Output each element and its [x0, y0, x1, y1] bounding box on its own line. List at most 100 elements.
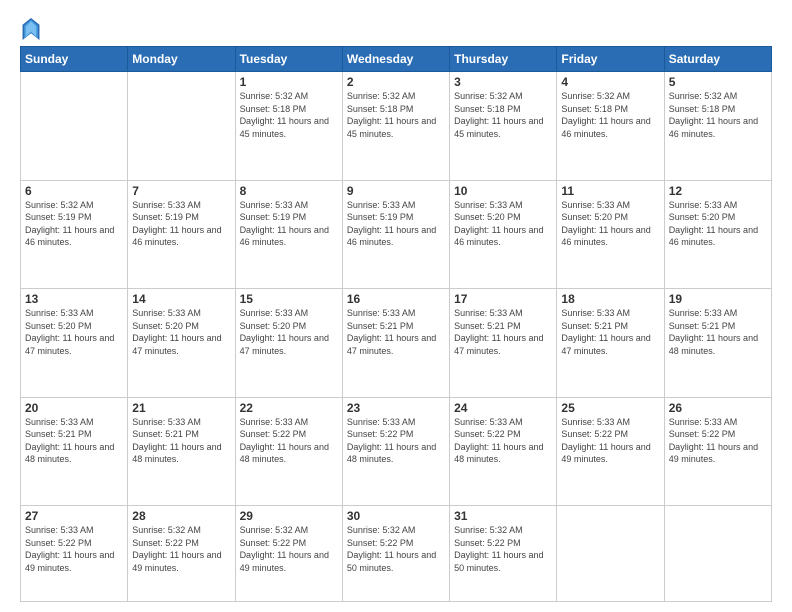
- calendar-cell: [128, 72, 235, 181]
- day-number: 24: [454, 401, 552, 415]
- day-details: Sunrise: 5:32 AM Sunset: 5:18 PM Dayligh…: [240, 90, 338, 140]
- day-details: Sunrise: 5:33 AM Sunset: 5:21 PM Dayligh…: [132, 416, 230, 466]
- day-details: Sunrise: 5:33 AM Sunset: 5:19 PM Dayligh…: [132, 199, 230, 249]
- day-details: Sunrise: 5:33 AM Sunset: 5:21 PM Dayligh…: [454, 307, 552, 357]
- calendar-cell: 7Sunrise: 5:33 AM Sunset: 5:19 PM Daylig…: [128, 180, 235, 289]
- calendar-cell: [664, 506, 771, 602]
- day-details: Sunrise: 5:33 AM Sunset: 5:22 PM Dayligh…: [454, 416, 552, 466]
- calendar-week-row: 13Sunrise: 5:33 AM Sunset: 5:20 PM Dayli…: [21, 289, 772, 398]
- calendar-week-row: 27Sunrise: 5:33 AM Sunset: 5:22 PM Dayli…: [21, 506, 772, 602]
- day-details: Sunrise: 5:32 AM Sunset: 5:18 PM Dayligh…: [669, 90, 767, 140]
- day-number: 13: [25, 292, 123, 306]
- day-number: 15: [240, 292, 338, 306]
- calendar-cell: [21, 72, 128, 181]
- calendar-cell: 6Sunrise: 5:32 AM Sunset: 5:19 PM Daylig…: [21, 180, 128, 289]
- day-number: 20: [25, 401, 123, 415]
- calendar-cell: 31Sunrise: 5:32 AM Sunset: 5:22 PM Dayli…: [450, 506, 557, 602]
- day-details: Sunrise: 5:32 AM Sunset: 5:18 PM Dayligh…: [454, 90, 552, 140]
- day-details: Sunrise: 5:33 AM Sunset: 5:19 PM Dayligh…: [240, 199, 338, 249]
- calendar-cell: 27Sunrise: 5:33 AM Sunset: 5:22 PM Dayli…: [21, 506, 128, 602]
- calendar-week-row: 20Sunrise: 5:33 AM Sunset: 5:21 PM Dayli…: [21, 397, 772, 506]
- day-details: Sunrise: 5:32 AM Sunset: 5:19 PM Dayligh…: [25, 199, 123, 249]
- calendar-cell: 23Sunrise: 5:33 AM Sunset: 5:22 PM Dayli…: [342, 397, 449, 506]
- calendar-cell: 16Sunrise: 5:33 AM Sunset: 5:21 PM Dayli…: [342, 289, 449, 398]
- day-number: 12: [669, 184, 767, 198]
- day-number: 25: [561, 401, 659, 415]
- day-number: 4: [561, 75, 659, 89]
- weekday-header: Friday: [557, 47, 664, 72]
- calendar-cell: 4Sunrise: 5:32 AM Sunset: 5:18 PM Daylig…: [557, 72, 664, 181]
- calendar-week-row: 6Sunrise: 5:32 AM Sunset: 5:19 PM Daylig…: [21, 180, 772, 289]
- day-details: Sunrise: 5:33 AM Sunset: 5:22 PM Dayligh…: [240, 416, 338, 466]
- weekday-header: Tuesday: [235, 47, 342, 72]
- day-number: 5: [669, 75, 767, 89]
- calendar-cell: 1Sunrise: 5:32 AM Sunset: 5:18 PM Daylig…: [235, 72, 342, 181]
- day-details: Sunrise: 5:32 AM Sunset: 5:22 PM Dayligh…: [132, 524, 230, 574]
- day-details: Sunrise: 5:33 AM Sunset: 5:22 PM Dayligh…: [561, 416, 659, 466]
- day-details: Sunrise: 5:33 AM Sunset: 5:20 PM Dayligh…: [25, 307, 123, 357]
- calendar-cell: 22Sunrise: 5:33 AM Sunset: 5:22 PM Dayli…: [235, 397, 342, 506]
- day-number: 3: [454, 75, 552, 89]
- calendar-cell: 30Sunrise: 5:32 AM Sunset: 5:22 PM Dayli…: [342, 506, 449, 602]
- calendar-week-row: 1Sunrise: 5:32 AM Sunset: 5:18 PM Daylig…: [21, 72, 772, 181]
- day-number: 7: [132, 184, 230, 198]
- calendar-cell: 2Sunrise: 5:32 AM Sunset: 5:18 PM Daylig…: [342, 72, 449, 181]
- calendar-table: SundayMondayTuesdayWednesdayThursdayFrid…: [20, 46, 772, 602]
- day-number: 8: [240, 184, 338, 198]
- weekday-header: Monday: [128, 47, 235, 72]
- day-details: Sunrise: 5:33 AM Sunset: 5:20 PM Dayligh…: [132, 307, 230, 357]
- calendar-cell: 11Sunrise: 5:33 AM Sunset: 5:20 PM Dayli…: [557, 180, 664, 289]
- day-details: Sunrise: 5:33 AM Sunset: 5:20 PM Dayligh…: [669, 199, 767, 249]
- day-number: 6: [25, 184, 123, 198]
- calendar-cell: 12Sunrise: 5:33 AM Sunset: 5:20 PM Dayli…: [664, 180, 771, 289]
- page: SundayMondayTuesdayWednesdayThursdayFrid…: [0, 0, 792, 612]
- day-number: 14: [132, 292, 230, 306]
- day-details: Sunrise: 5:32 AM Sunset: 5:22 PM Dayligh…: [347, 524, 445, 574]
- day-number: 11: [561, 184, 659, 198]
- calendar-cell: 24Sunrise: 5:33 AM Sunset: 5:22 PM Dayli…: [450, 397, 557, 506]
- day-number: 18: [561, 292, 659, 306]
- day-details: Sunrise: 5:33 AM Sunset: 5:22 PM Dayligh…: [669, 416, 767, 466]
- calendar-cell: 20Sunrise: 5:33 AM Sunset: 5:21 PM Dayli…: [21, 397, 128, 506]
- day-number: 9: [347, 184, 445, 198]
- day-number: 27: [25, 509, 123, 523]
- calendar-cell: 21Sunrise: 5:33 AM Sunset: 5:21 PM Dayli…: [128, 397, 235, 506]
- day-number: 17: [454, 292, 552, 306]
- calendar-cell: 3Sunrise: 5:32 AM Sunset: 5:18 PM Daylig…: [450, 72, 557, 181]
- day-number: 22: [240, 401, 338, 415]
- weekday-header: Sunday: [21, 47, 128, 72]
- day-details: Sunrise: 5:33 AM Sunset: 5:21 PM Dayligh…: [347, 307, 445, 357]
- calendar-cell: 8Sunrise: 5:33 AM Sunset: 5:19 PM Daylig…: [235, 180, 342, 289]
- day-details: Sunrise: 5:33 AM Sunset: 5:22 PM Dayligh…: [347, 416, 445, 466]
- calendar-cell: 15Sunrise: 5:33 AM Sunset: 5:20 PM Dayli…: [235, 289, 342, 398]
- day-details: Sunrise: 5:32 AM Sunset: 5:18 PM Dayligh…: [347, 90, 445, 140]
- weekday-header: Thursday: [450, 47, 557, 72]
- day-details: Sunrise: 5:33 AM Sunset: 5:20 PM Dayligh…: [561, 199, 659, 249]
- logo: [20, 18, 40, 40]
- calendar-cell: [557, 506, 664, 602]
- calendar-cell: 26Sunrise: 5:33 AM Sunset: 5:22 PM Dayli…: [664, 397, 771, 506]
- calendar-cell: 13Sunrise: 5:33 AM Sunset: 5:20 PM Dayli…: [21, 289, 128, 398]
- day-number: 30: [347, 509, 445, 523]
- day-details: Sunrise: 5:33 AM Sunset: 5:21 PM Dayligh…: [561, 307, 659, 357]
- calendar-cell: 14Sunrise: 5:33 AM Sunset: 5:20 PM Dayli…: [128, 289, 235, 398]
- day-details: Sunrise: 5:33 AM Sunset: 5:21 PM Dayligh…: [25, 416, 123, 466]
- day-details: Sunrise: 5:33 AM Sunset: 5:20 PM Dayligh…: [240, 307, 338, 357]
- weekday-header: Wednesday: [342, 47, 449, 72]
- day-number: 23: [347, 401, 445, 415]
- day-details: Sunrise: 5:33 AM Sunset: 5:22 PM Dayligh…: [25, 524, 123, 574]
- calendar-header-row: SundayMondayTuesdayWednesdayThursdayFrid…: [21, 47, 772, 72]
- calendar-cell: 9Sunrise: 5:33 AM Sunset: 5:19 PM Daylig…: [342, 180, 449, 289]
- day-number: 29: [240, 509, 338, 523]
- calendar-cell: 10Sunrise: 5:33 AM Sunset: 5:20 PM Dayli…: [450, 180, 557, 289]
- header: [20, 18, 772, 40]
- day-number: 26: [669, 401, 767, 415]
- day-number: 21: [132, 401, 230, 415]
- day-number: 16: [347, 292, 445, 306]
- calendar-cell: 18Sunrise: 5:33 AM Sunset: 5:21 PM Dayli…: [557, 289, 664, 398]
- day-details: Sunrise: 5:32 AM Sunset: 5:18 PM Dayligh…: [561, 90, 659, 140]
- calendar-cell: 17Sunrise: 5:33 AM Sunset: 5:21 PM Dayli…: [450, 289, 557, 398]
- calendar-cell: 19Sunrise: 5:33 AM Sunset: 5:21 PM Dayli…: [664, 289, 771, 398]
- calendar-cell: 28Sunrise: 5:32 AM Sunset: 5:22 PM Dayli…: [128, 506, 235, 602]
- day-details: Sunrise: 5:32 AM Sunset: 5:22 PM Dayligh…: [240, 524, 338, 574]
